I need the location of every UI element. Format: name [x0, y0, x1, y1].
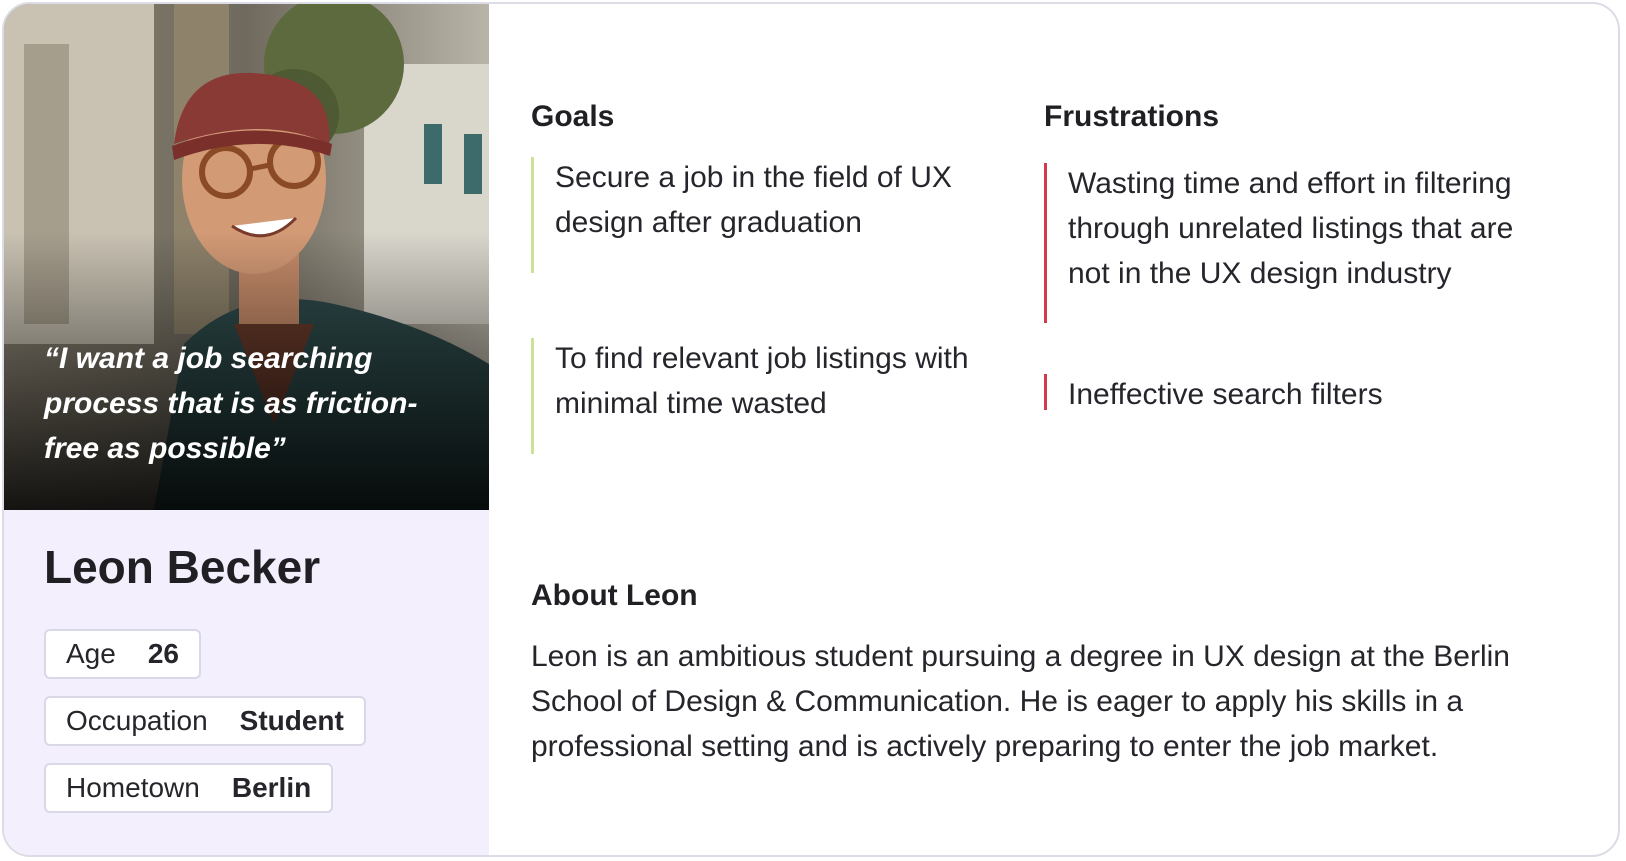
frustration-item: Wasting time and effort in filtering thr… [1044, 161, 1548, 323]
goal-item: To find relevant job listings with minim… [531, 336, 975, 454]
hometown-label: Hometown [66, 772, 200, 803]
goal-item: Secure a job in the field of UX design a… [531, 155, 955, 273]
age-label: Age [66, 638, 116, 669]
about-text: Leon is an ambitious student pursuing a … [531, 640, 1510, 763]
about-heading: About Leon [531, 579, 698, 612]
goal-text: To find relevant job listings with minim… [555, 342, 969, 420]
frustration-accent-bar [1044, 163, 1047, 323]
age-value: 26 [147, 638, 179, 669]
goal-text: Secure a job in the field of UX design a… [555, 161, 952, 239]
hometown-detail: Hometown Berlin [44, 763, 334, 813]
frustration-accent-bar [1044, 374, 1047, 410]
goal-accent-bar [531, 338, 534, 454]
persona-quote: “I want a job searching process that is … [44, 342, 418, 465]
occupation-detail: Occupation Student [44, 696, 366, 746]
hometown-value: Berlin [231, 772, 312, 803]
frustrations-heading: Frustrations [1044, 100, 1220, 133]
persona-photo: “I want a job searching process that is … [4, 4, 489, 510]
occupation-value: Student [239, 705, 344, 736]
persona-card: “I want a job searching process that is … [2, 2, 1620, 857]
goals-heading: Goals [531, 100, 615, 133]
goal-accent-bar [531, 157, 534, 273]
persona-name: Leon Becker [44, 541, 321, 593]
profile-panel: “I want a job searching process that is … [4, 4, 489, 855]
frustration-text: Wasting time and effort in filtering thr… [1068, 167, 1514, 290]
occupation-label: Occupation [66, 705, 208, 736]
frustration-text: Ineffective search filters [1068, 378, 1383, 411]
frustration-item: Ineffective search filters [1044, 372, 1548, 417]
age-detail: Age 26 [44, 629, 201, 679]
